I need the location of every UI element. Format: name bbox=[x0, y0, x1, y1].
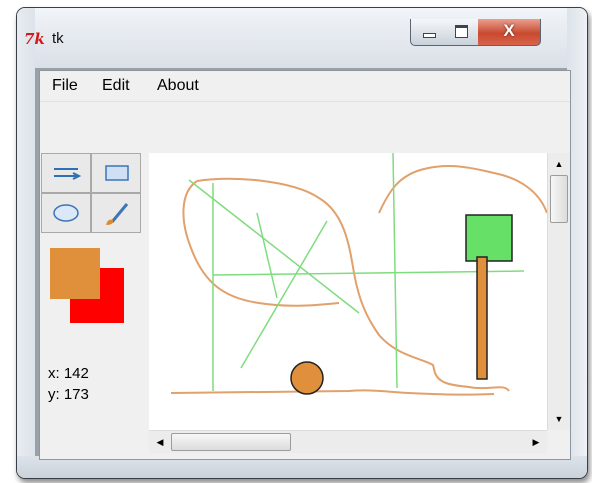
tk-feather-icon: 7k bbox=[24, 30, 45, 48]
green-line bbox=[392, 153, 398, 389]
minimize-icon bbox=[423, 33, 436, 38]
primary-color-swatch[interactable] bbox=[50, 248, 100, 299]
green-rectangle bbox=[465, 214, 513, 262]
orange-bar bbox=[476, 256, 488, 380]
menu-file[interactable]: File bbox=[52, 77, 78, 95]
arrow-line-icon bbox=[54, 168, 82, 180]
close-icon: X bbox=[503, 21, 515, 40]
menu-about[interactable]: About bbox=[157, 77, 199, 95]
freehand-stroke bbox=[196, 177, 510, 392]
rectangle-tool[interactable] bbox=[91, 153, 141, 193]
oval-icon bbox=[53, 204, 79, 222]
brush-icon bbox=[106, 203, 129, 225]
freehand-stroke-4 bbox=[170, 389, 495, 396]
window-title: tk bbox=[52, 30, 64, 47]
vertical-scrollbar[interactable]: ▲ ▼ bbox=[547, 153, 570, 430]
maximize-icon bbox=[455, 25, 468, 38]
vertical-scroll-thumb[interactable] bbox=[550, 175, 568, 223]
horizontal-scrollbar[interactable]: ◀ ▶ bbox=[149, 430, 547, 453]
freehand-stroke-3 bbox=[378, 165, 547, 214]
scrollbar-corner bbox=[547, 430, 569, 452]
rectangle-icon bbox=[105, 165, 129, 181]
horizontal-scroll-thumb[interactable] bbox=[171, 433, 291, 451]
minimize-button[interactable] bbox=[410, 19, 446, 46]
oval-tool[interactable] bbox=[41, 193, 91, 233]
green-line bbox=[240, 220, 328, 369]
maximize-button[interactable] bbox=[444, 19, 479, 46]
scroll-down-icon[interactable]: ▼ bbox=[548, 408, 570, 430]
freehand-stroke-2 bbox=[182, 180, 340, 307]
orange-circle bbox=[290, 361, 324, 395]
drawing-canvas[interactable] bbox=[149, 153, 547, 430]
line-tool[interactable] bbox=[41, 153, 91, 193]
window-border-left bbox=[17, 8, 35, 478]
scroll-up-icon[interactable]: ▲ bbox=[548, 153, 570, 175]
tool-panel: x: 142 y: 173 bbox=[40, 153, 150, 458]
scroll-left-icon[interactable]: ◀ bbox=[149, 431, 171, 453]
brush-tool[interactable] bbox=[91, 193, 141, 233]
menu-bar: File Edit About bbox=[40, 71, 570, 102]
scroll-right-icon[interactable]: ▶ bbox=[525, 431, 547, 453]
canvas-drawing bbox=[170, 153, 547, 396]
y-coordinate: y: 173 bbox=[48, 386, 89, 403]
close-button[interactable]: X bbox=[478, 19, 541, 46]
menu-edit[interactable]: Edit bbox=[102, 77, 130, 95]
client-area: File Edit About x: 142 y: 173 ▲ ▼ ◀ ▶ bbox=[39, 70, 571, 460]
x-coordinate: x: 142 bbox=[48, 365, 89, 382]
green-line bbox=[188, 179, 360, 314]
green-line bbox=[256, 212, 278, 299]
